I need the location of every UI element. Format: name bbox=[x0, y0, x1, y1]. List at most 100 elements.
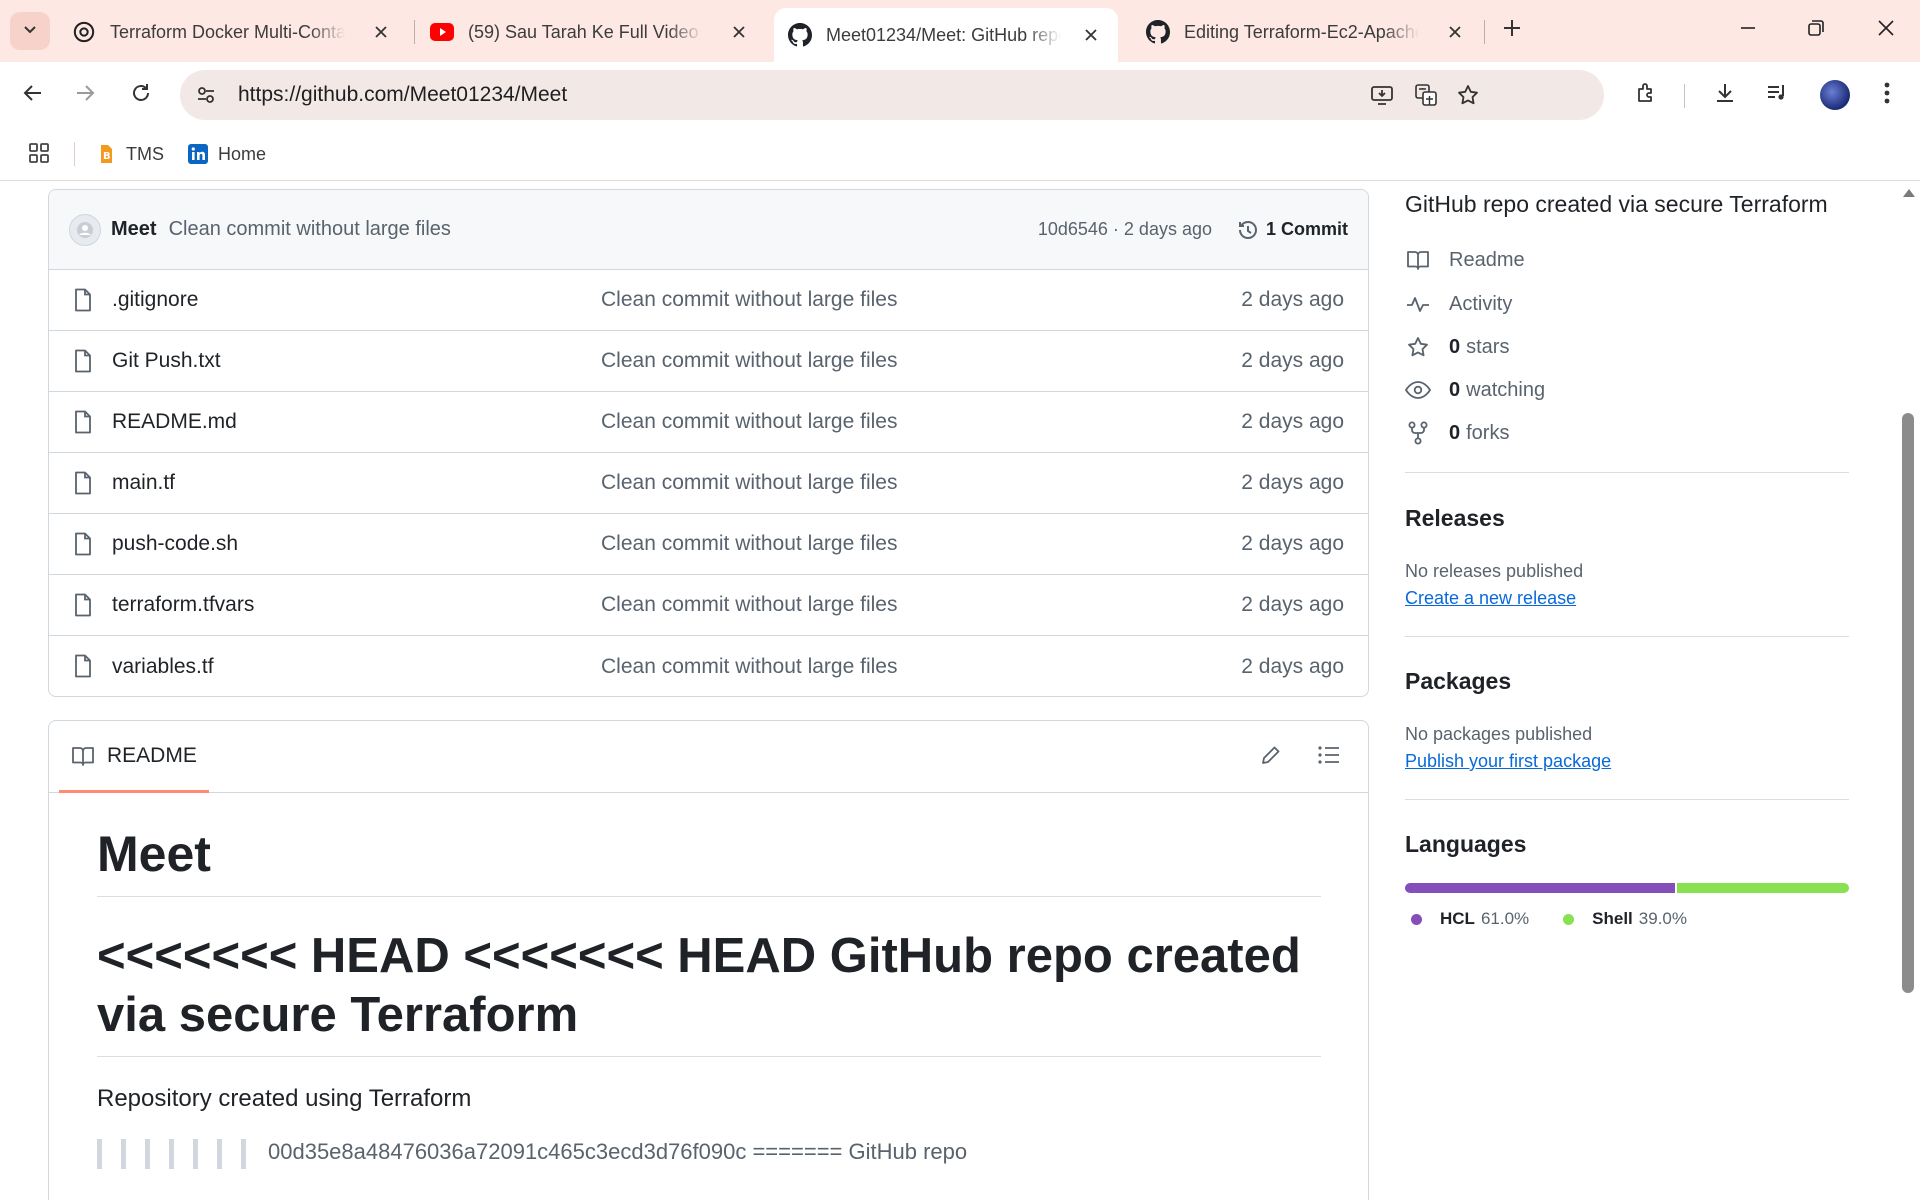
packages-heading[interactable]: Packages bbox=[1405, 668, 1511, 695]
file-row[interactable]: .gitignore Clean commit without large fi… bbox=[49, 270, 1368, 331]
media-controls-button[interactable] bbox=[1756, 74, 1798, 116]
tab-editing-terraform[interactable]: Editing Terraform-Ec2-Apache- bbox=[1132, 10, 1482, 54]
languages-bar bbox=[1405, 883, 1849, 893]
file-row[interactable]: main.tf Clean commit without large files… bbox=[49, 453, 1368, 514]
pencil-icon bbox=[1260, 744, 1282, 771]
bookmark-tms[interactable]: B TMS bbox=[96, 138, 164, 170]
github-icon bbox=[1146, 20, 1170, 44]
commits-history-link[interactable]: 1 Commit bbox=[1236, 218, 1348, 242]
file-row[interactable]: variables.tf Clean commit without large … bbox=[49, 636, 1368, 696]
tab-terraform-docker[interactable]: Terraform Docker Multi-Contain bbox=[58, 10, 408, 54]
tab-meet-repo[interactable]: Meet01234/Meet: GitHub repo bbox=[774, 8, 1118, 62]
publish-package-link[interactable]: Publish your first package bbox=[1405, 751, 1611, 772]
close-window-button[interactable] bbox=[1858, 8, 1914, 52]
watching-count: 0 bbox=[1449, 378, 1461, 401]
apps-grid-icon[interactable] bbox=[24, 138, 54, 168]
edit-readme-button[interactable] bbox=[1255, 741, 1287, 773]
releases-heading[interactable]: Releases bbox=[1405, 505, 1505, 532]
file-row[interactable]: README.md Clean commit without large fil… bbox=[49, 392, 1368, 453]
close-icon bbox=[1877, 19, 1895, 42]
file-commit-message[interactable]: Clean commit without large files bbox=[601, 349, 897, 373]
linkedin-icon bbox=[188, 144, 208, 164]
file-name[interactable]: README.md bbox=[112, 410, 237, 434]
new-tab-button[interactable] bbox=[1494, 12, 1530, 48]
site-info-icon[interactable] bbox=[188, 77, 224, 113]
scroll-thumb[interactable] bbox=[1902, 413, 1914, 993]
tab-strip: Terraform Docker Multi-Contain (59) Sau … bbox=[0, 0, 1920, 62]
language-percent: 39.0% bbox=[1638, 909, 1687, 928]
file-row[interactable]: Git Push.txt Clean commit without large … bbox=[49, 331, 1368, 392]
file-commit-message[interactable]: Clean commit without large files bbox=[601, 655, 897, 679]
file-name[interactable]: main.tf bbox=[112, 471, 175, 495]
file-row[interactable]: push-code.sh Clean commit without large … bbox=[49, 514, 1368, 575]
browser-chrome: Terraform Docker Multi-Contain (59) Sau … bbox=[0, 0, 1920, 181]
file-name[interactable]: .gitignore bbox=[112, 288, 198, 312]
releases-empty-text: No releases published bbox=[1405, 561, 1584, 581]
file-commit-message[interactable]: Clean commit without large files bbox=[601, 288, 897, 312]
commit-meta[interactable]: 10d6546 · 2 days ago bbox=[1038, 219, 1212, 240]
chevron-down-icon bbox=[22, 21, 38, 42]
file-commit-message[interactable]: Clean commit without large files bbox=[601, 593, 897, 617]
language-shell[interactable]: Shell 39.0% bbox=[1563, 909, 1687, 929]
blockquote-bars bbox=[97, 1139, 246, 1170]
sidebar-divider bbox=[1405, 799, 1849, 800]
close-tab-icon[interactable] bbox=[726, 19, 752, 45]
file-name[interactable]: terraform.tfvars bbox=[112, 593, 254, 617]
arrow-right-icon bbox=[74, 82, 96, 109]
create-release-link[interactable]: Create a new release bbox=[1405, 588, 1576, 609]
file-icon bbox=[73, 288, 93, 318]
stars-link[interactable]: 0 stars bbox=[1405, 332, 1509, 362]
file-row[interactable]: terraform.tfvars Clean commit without la… bbox=[49, 575, 1368, 636]
repo-description: GitHub repo created via secure Terraform bbox=[1405, 191, 1828, 217]
file-name[interactable]: Git Push.txt bbox=[112, 349, 221, 373]
bookmark-star-icon[interactable] bbox=[1450, 77, 1486, 113]
readme-link[interactable]: Readme bbox=[1405, 245, 1525, 275]
commit-message[interactable]: Clean commit without large files bbox=[169, 218, 451, 241]
commit-author[interactable]: Meet bbox=[111, 218, 157, 241]
translate-icon[interactable] bbox=[1408, 77, 1444, 113]
close-tab-icon[interactable] bbox=[368, 19, 394, 45]
downloads-button[interactable] bbox=[1704, 74, 1746, 116]
bookmark-home[interactable]: Home bbox=[188, 138, 266, 170]
forks-label: forks bbox=[1466, 421, 1510, 444]
readme-content: Meet <<<<<<< HEAD <<<<<<< HEAD GitHub re… bbox=[97, 793, 1321, 1170]
toolbar-separator bbox=[1684, 84, 1685, 108]
file-name[interactable]: variables.tf bbox=[112, 655, 214, 679]
restore-button[interactable] bbox=[1788, 8, 1844, 52]
file-icon bbox=[73, 349, 93, 379]
reload-button[interactable] bbox=[120, 74, 162, 116]
file-icon bbox=[73, 471, 93, 501]
youtube-icon bbox=[430, 20, 454, 44]
book-icon bbox=[71, 745, 95, 767]
forward-button[interactable] bbox=[64, 74, 106, 116]
author-avatar[interactable] bbox=[69, 213, 101, 246]
file-name[interactable]: push-code.sh bbox=[112, 532, 238, 556]
extensions-button[interactable] bbox=[1626, 74, 1668, 116]
outline-button[interactable] bbox=[1313, 741, 1345, 773]
watching-link[interactable]: 0 watching bbox=[1405, 375, 1545, 405]
file-icon bbox=[73, 532, 93, 562]
puzzle-icon bbox=[1635, 81, 1659, 110]
forks-link[interactable]: 0 forks bbox=[1405, 418, 1509, 448]
close-tab-icon[interactable] bbox=[1442, 19, 1468, 45]
language-hcl[interactable]: HCL 61.0% bbox=[1411, 909, 1529, 929]
url-text[interactable]: https://github.com/Meet01234/Meet bbox=[238, 83, 567, 107]
tab-youtube[interactable]: (59) Sau Tarah Ke Full Video Sor bbox=[416, 10, 766, 54]
tab-search-button[interactable] bbox=[10, 12, 50, 50]
file-commit-message[interactable]: Clean commit without large files bbox=[601, 410, 897, 434]
back-button[interactable] bbox=[12, 74, 54, 116]
file-commit-message[interactable]: Clean commit without large files bbox=[601, 532, 897, 556]
browser-menu-button[interactable] bbox=[1866, 74, 1908, 116]
file-commit-message[interactable]: Clean commit without large files bbox=[601, 471, 897, 495]
profile-avatar[interactable] bbox=[1820, 80, 1850, 110]
music-queue-icon bbox=[1765, 81, 1789, 110]
page-scrollbar[interactable] bbox=[1898, 181, 1920, 1200]
activity-link[interactable]: Activity bbox=[1405, 289, 1512, 319]
address-bar[interactable]: https://github.com/Meet01234/Meet bbox=[180, 70, 1604, 120]
close-tab-icon[interactable] bbox=[1078, 22, 1104, 48]
tms-icon: B bbox=[96, 144, 116, 164]
install-app-icon[interactable] bbox=[1364, 77, 1400, 113]
tab-readme[interactable]: README bbox=[59, 721, 209, 793]
scroll-up-arrow[interactable] bbox=[1903, 189, 1915, 197]
minimize-button[interactable] bbox=[1720, 8, 1776, 52]
